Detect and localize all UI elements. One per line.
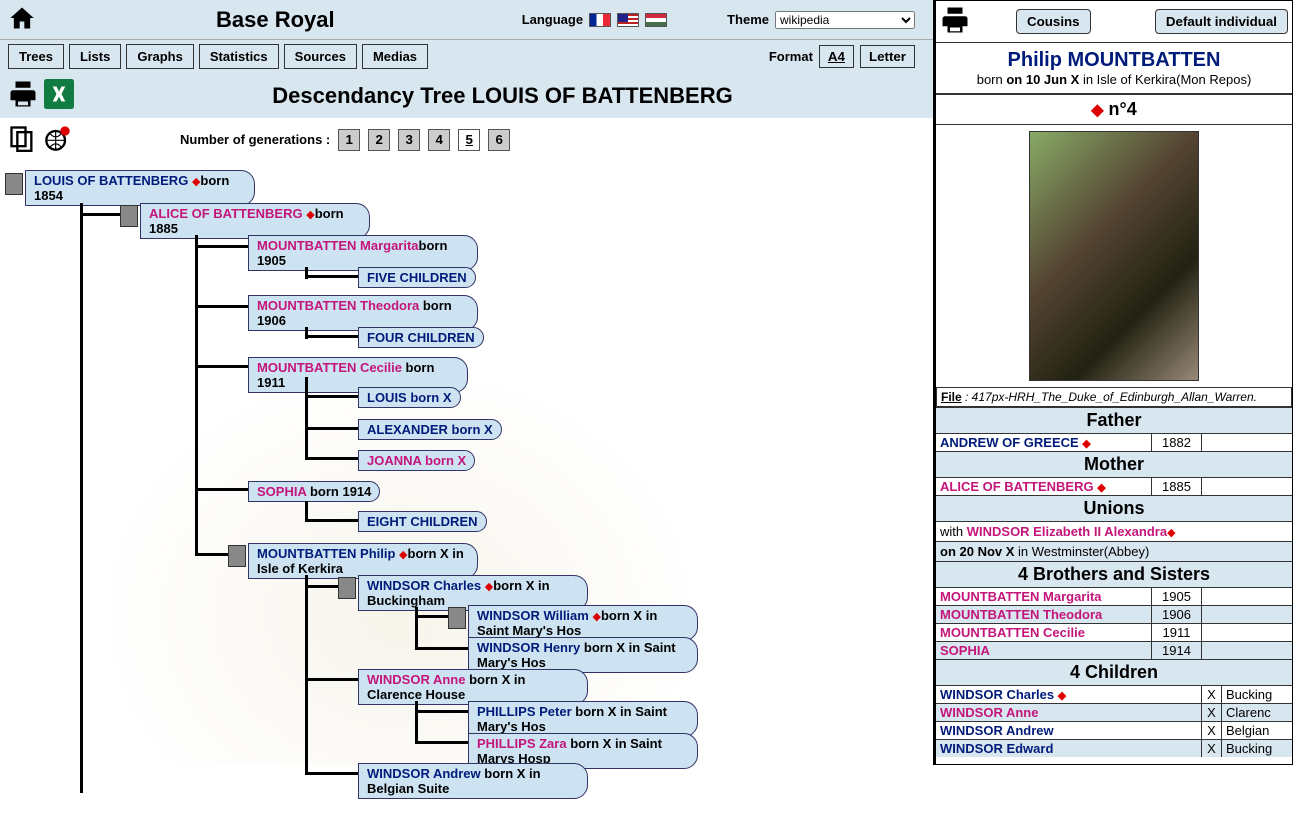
theme-select[interactable]: wikipedia [775, 11, 915, 29]
language-label: Language [522, 12, 583, 27]
format-label: Format [769, 49, 813, 64]
person-thumb [338, 577, 356, 599]
flag-us[interactable] [617, 13, 639, 27]
print-icon[interactable] [940, 5, 970, 38]
sibling-link[interactable]: MOUNTBATTEN Theodora [936, 606, 1152, 623]
tab-trees[interactable]: Trees [8, 44, 64, 69]
copy-icon[interactable] [8, 124, 36, 155]
child-link[interactable]: WINDSOR Edward [936, 740, 1202, 757]
gen-2[interactable]: 2 [368, 129, 390, 151]
child-link[interactable]: WINDSOR Charles ◆ [936, 686, 1202, 703]
tree-node[interactable]: JOANNA born X [358, 450, 475, 471]
cousins-button[interactable]: Cousins [1016, 9, 1091, 34]
union-date: on 20 Nov X in Westminster(Abbey) [936, 541, 1292, 561]
tree-node[interactable]: WINDSOR Andrew born X in Belgian Suite [358, 763, 588, 799]
tab-sources[interactable]: Sources [284, 44, 357, 69]
tree-node[interactable]: PHILLIPS Peter born X in Saint Mary's Ho… [468, 701, 698, 737]
tree-node[interactable]: MOUNTBATTEN Margaritaborn 1905 [248, 235, 478, 271]
globe-pin-icon[interactable] [44, 124, 72, 155]
individual-born: born on 10 Jun X in Isle of Kerkira(Mon … [942, 72, 1286, 87]
unions-heading: Unions [936, 495, 1292, 521]
generations-label: Number of generations : [180, 132, 330, 147]
child-link[interactable]: WINDSOR Anne [936, 704, 1202, 721]
tree-node[interactable]: MOUNTBATTEN Philip ◆born X in Isle of Ke… [248, 543, 478, 579]
default-individual-button[interactable]: Default individual [1155, 9, 1288, 34]
tree-node[interactable]: ALEXANDER born X [358, 419, 502, 440]
tab-medias[interactable]: Medias [362, 44, 428, 69]
gen-1[interactable]: 1 [338, 129, 360, 151]
union-entry: with WINDSOR Elizabeth II Alexandra◆ [936, 521, 1292, 541]
individual-rank: ◆ n°4 [936, 94, 1292, 125]
gen-5[interactable]: 5 [458, 129, 480, 151]
individual-name[interactable]: Philip MOUNTBATTEN [942, 49, 1286, 72]
tree-node[interactable]: SOPHIA born 1914 [248, 481, 380, 502]
format-a4[interactable]: A4 [819, 45, 854, 68]
person-thumb [228, 545, 246, 567]
tree-node[interactable]: WINDSOR Henry born X in Saint Mary's Hos [468, 637, 698, 673]
children-heading: 4 Children [936, 659, 1292, 685]
print-icon[interactable] [8, 79, 38, 112]
gen-4[interactable]: 4 [428, 129, 450, 151]
tree-node[interactable]: LOUIS born X [358, 387, 461, 408]
person-thumb [120, 205, 138, 227]
father-link[interactable]: ANDREW OF GREECE ◆ [936, 434, 1152, 451]
spouse-link[interactable]: WINDSOR Elizabeth II Alexandra [967, 524, 1167, 539]
tree-node[interactable]: ALICE OF BATTENBERG ◆born 1885 [140, 203, 370, 239]
tree-node[interactable]: FOUR CHILDREN [358, 327, 484, 348]
child-link[interactable]: WINDSOR Andrew [936, 722, 1202, 739]
tree-node[interactable]: EIGHT CHILDREN [358, 511, 487, 532]
flag-fr[interactable] [589, 13, 611, 27]
mother-link[interactable]: ALICE OF BATTENBERG ◆ [936, 478, 1152, 495]
theme-label: Theme [727, 12, 769, 27]
siblings-heading: 4 Brothers and Sisters [936, 561, 1292, 587]
person-thumb [5, 173, 23, 195]
flag-hu[interactable] [645, 13, 667, 27]
gen-3[interactable]: 3 [398, 129, 420, 151]
tree-area: LOUIS OF BATTENBERG ◆born 1854 ALICE OF … [0, 165, 933, 765]
tree-node[interactable]: MOUNTBATTEN Theodora born 1906 [248, 295, 478, 331]
tree-node[interactable]: LOUIS OF BATTENBERG ◆born 1854 [25, 170, 255, 206]
father-heading: Father [936, 407, 1292, 433]
file-info: File : 417px-HRH_The_Duke_of_Edinburgh_A… [936, 387, 1292, 407]
format-letter[interactable]: Letter [860, 45, 915, 68]
app-title: Base Royal [216, 7, 335, 33]
tab-graphs[interactable]: Graphs [126, 44, 194, 69]
individual-photo [1029, 131, 1199, 381]
tree-node[interactable]: WINDSOR Anne born X in Clarence House [358, 669, 588, 705]
tab-statistics[interactable]: Statistics [199, 44, 279, 69]
sibling-link[interactable]: MOUNTBATTEN Cecilie [936, 624, 1152, 641]
mother-heading: Mother [936, 451, 1292, 477]
excel-icon[interactable] [44, 79, 74, 112]
page-title: Descendancy Tree LOUIS OF BATTENBERG [80, 83, 925, 109]
tree-node[interactable]: FIVE CHILDREN [358, 267, 476, 288]
person-thumb [448, 607, 466, 629]
sibling-link[interactable]: MOUNTBATTEN Margarita [936, 588, 1152, 605]
gen-6[interactable]: 6 [488, 129, 510, 151]
home-icon[interactable] [8, 4, 36, 35]
sibling-link[interactable]: SOPHIA [936, 642, 1152, 659]
tree-node[interactable]: WINDSOR William ◆born X in Saint Mary's … [468, 605, 698, 641]
tab-lists[interactable]: Lists [69, 44, 121, 69]
